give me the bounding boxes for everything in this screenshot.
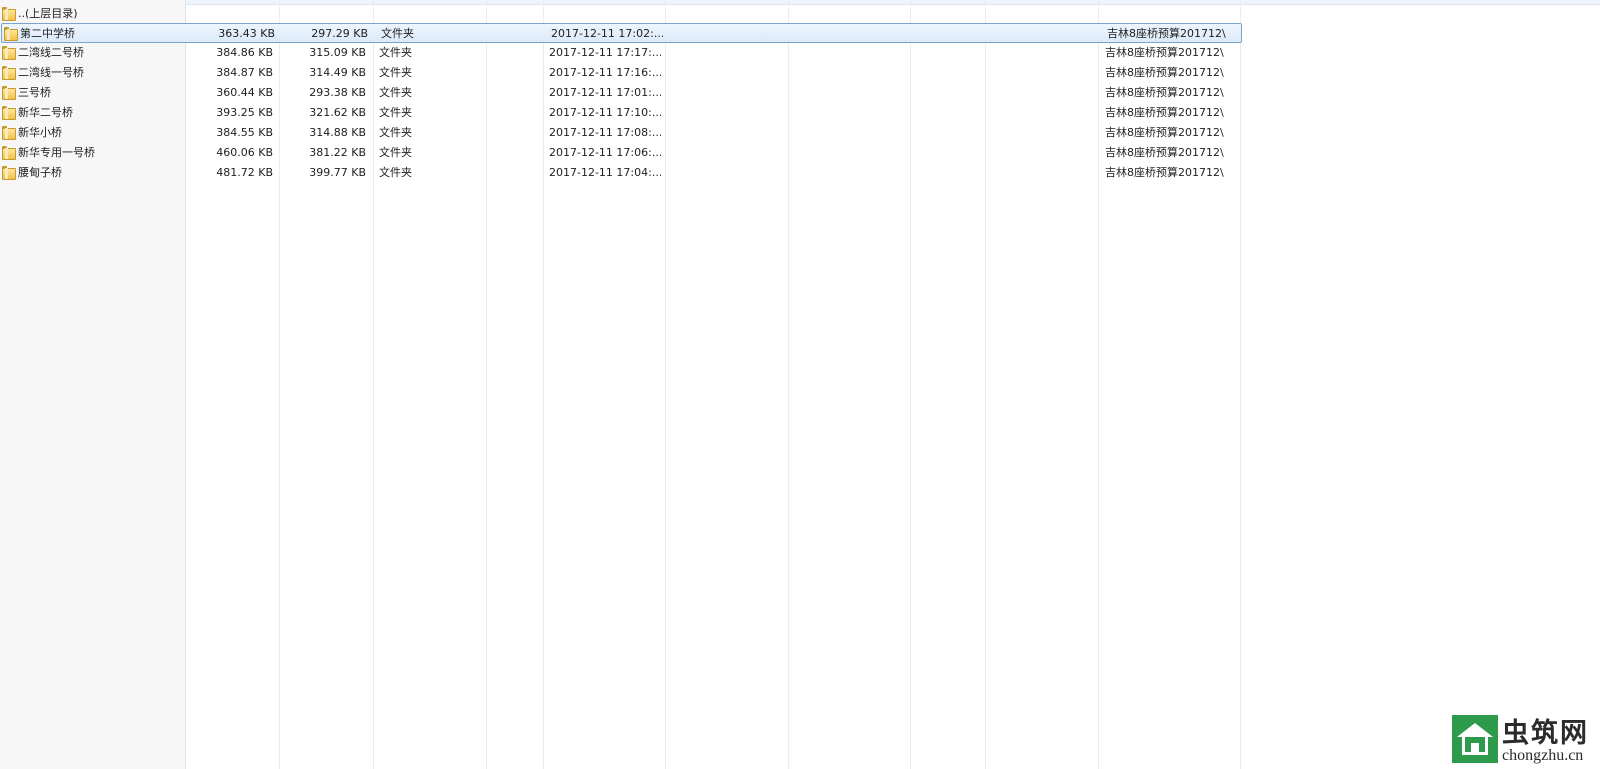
file-type: 文件夹 bbox=[379, 106, 412, 119]
folder-icon bbox=[2, 146, 16, 160]
file-type: 文件夹 bbox=[379, 146, 412, 159]
packed-size: 314.49 KB bbox=[309, 66, 366, 79]
file-name: 三号桥 bbox=[18, 86, 51, 99]
file-row[interactable]: 二湾线一号桥 384.87 KB 314.49 KB 文件夹 2017-12-11 17… bbox=[0, 63, 1240, 82]
file-size: 384.55 KB bbox=[216, 126, 273, 139]
packed-size: 297.29 KB bbox=[311, 27, 368, 40]
file-row[interactable]: 第二中学桥 363.43 KB 297.29 KB 文件夹 2017-12-11 17:… bbox=[1, 23, 1242, 43]
file-name: 新华二号桥 bbox=[18, 106, 73, 119]
packed-size: 321.62 KB bbox=[309, 106, 366, 119]
file-type: 文件夹 bbox=[381, 27, 414, 40]
file-size: 481.72 KB bbox=[216, 166, 273, 179]
folder-icon bbox=[2, 46, 16, 60]
file-name: 新华小桥 bbox=[18, 126, 62, 139]
file-row[interactable]: 新华二号桥 393.25 KB 321.62 KB 文件夹 2017-12-11 17:… bbox=[0, 103, 1240, 122]
file-name: 二湾线一号桥 bbox=[18, 66, 84, 79]
modified-time: 2017-12-11 17:02:... bbox=[551, 27, 663, 40]
packed-size: 315.09 KB bbox=[309, 46, 366, 59]
house-logo-icon bbox=[1452, 715, 1498, 763]
file-path: 吉林8座桥预算201712\ bbox=[1105, 126, 1224, 139]
file-path: 吉林8座桥预算201712\ bbox=[1105, 146, 1224, 159]
file-size: 363.43 KB bbox=[218, 27, 275, 40]
file-size: 384.86 KB bbox=[216, 46, 273, 59]
folder-icon bbox=[2, 66, 16, 80]
folder-icon bbox=[2, 7, 16, 21]
site-watermark: 虫筑网 chongzhu.cn bbox=[1440, 709, 1600, 769]
file-row[interactable]: 新华小桥 384.55 KB 314.88 KB 文件夹 2017-12-11 17:0… bbox=[0, 123, 1240, 142]
file-type: 文件夹 bbox=[379, 126, 412, 139]
file-name: 二湾线二号桥 bbox=[18, 46, 84, 59]
modified-time: 2017-12-11 17:06:... bbox=[549, 146, 661, 159]
file-row[interactable]: 二湾线二号桥 384.86 KB 315.09 KB 文件夹 2017-12-11 17… bbox=[0, 43, 1240, 62]
column-separator bbox=[1240, 0, 1241, 769]
file-type: 文件夹 bbox=[379, 166, 412, 179]
folder-icon bbox=[2, 126, 16, 140]
folder-icon bbox=[4, 27, 18, 41]
watermark-title: 虫筑网 bbox=[1502, 718, 1589, 749]
file-list-view: ..(上层目录) 第二中学桥 363.43 KB 297.29 KB 文件夹 2017-… bbox=[0, 0, 1600, 769]
file-type: 文件夹 bbox=[379, 86, 412, 99]
file-row[interactable]: 腰甸子桥 481.72 KB 399.77 KB 文件夹 2017-12-11 17:0… bbox=[0, 163, 1240, 182]
file-path: 吉林8座桥预算201712\ bbox=[1105, 86, 1224, 99]
packed-size: 381.22 KB bbox=[309, 146, 366, 159]
packed-size: 314.88 KB bbox=[309, 126, 366, 139]
modified-time: 2017-12-11 17:01:... bbox=[549, 86, 661, 99]
folder-icon bbox=[2, 106, 16, 120]
file-type: 文件夹 bbox=[379, 46, 412, 59]
file-size: 393.25 KB bbox=[216, 106, 273, 119]
folder-icon bbox=[2, 166, 16, 180]
modified-time: 2017-12-11 17:16:... bbox=[549, 66, 661, 79]
file-path: 吉林8座桥预算201712\ bbox=[1105, 46, 1224, 59]
file-path: 吉林8座桥预算201712\ bbox=[1105, 106, 1224, 119]
file-row[interactable]: 三号桥 360.44 KB 293.38 KB 文件夹 2017-12-11 17:01… bbox=[0, 83, 1240, 102]
file-name: 第二中学桥 bbox=[20, 27, 75, 40]
packed-size: 293.38 KB bbox=[309, 86, 366, 99]
modified-time: 2017-12-11 17:04:... bbox=[549, 166, 661, 179]
packed-size: 399.77 KB bbox=[309, 166, 366, 179]
parent-directory-label: ..(上层目录) bbox=[18, 7, 78, 20]
modified-time: 2017-12-11 17:08:... bbox=[549, 126, 661, 139]
file-name: 腰甸子桥 bbox=[18, 166, 62, 179]
file-size: 384.87 KB bbox=[216, 66, 273, 79]
file-row[interactable]: 新华专用一号桥 460.06 KB 381.22 KB 文件夹 2017-12-11 1… bbox=[0, 143, 1240, 162]
file-path: 吉林8座桥预算201712\ bbox=[1107, 27, 1226, 40]
file-path: 吉林8座桥预算201712\ bbox=[1105, 66, 1224, 79]
parent-directory-row[interactable]: ..(上层目录) bbox=[0, 4, 1240, 23]
folder-icon bbox=[2, 86, 16, 100]
file-path: 吉林8座桥预算201712\ bbox=[1105, 166, 1224, 179]
modified-time: 2017-12-11 17:17:... bbox=[549, 46, 661, 59]
file-type: 文件夹 bbox=[379, 66, 412, 79]
modified-time: 2017-12-11 17:10:... bbox=[549, 106, 661, 119]
watermark-domain: chongzhu.cn bbox=[1502, 747, 1584, 764]
file-name: 新华专用一号桥 bbox=[18, 146, 95, 159]
file-size: 360.44 KB bbox=[216, 86, 273, 99]
file-size: 460.06 KB bbox=[216, 146, 273, 159]
